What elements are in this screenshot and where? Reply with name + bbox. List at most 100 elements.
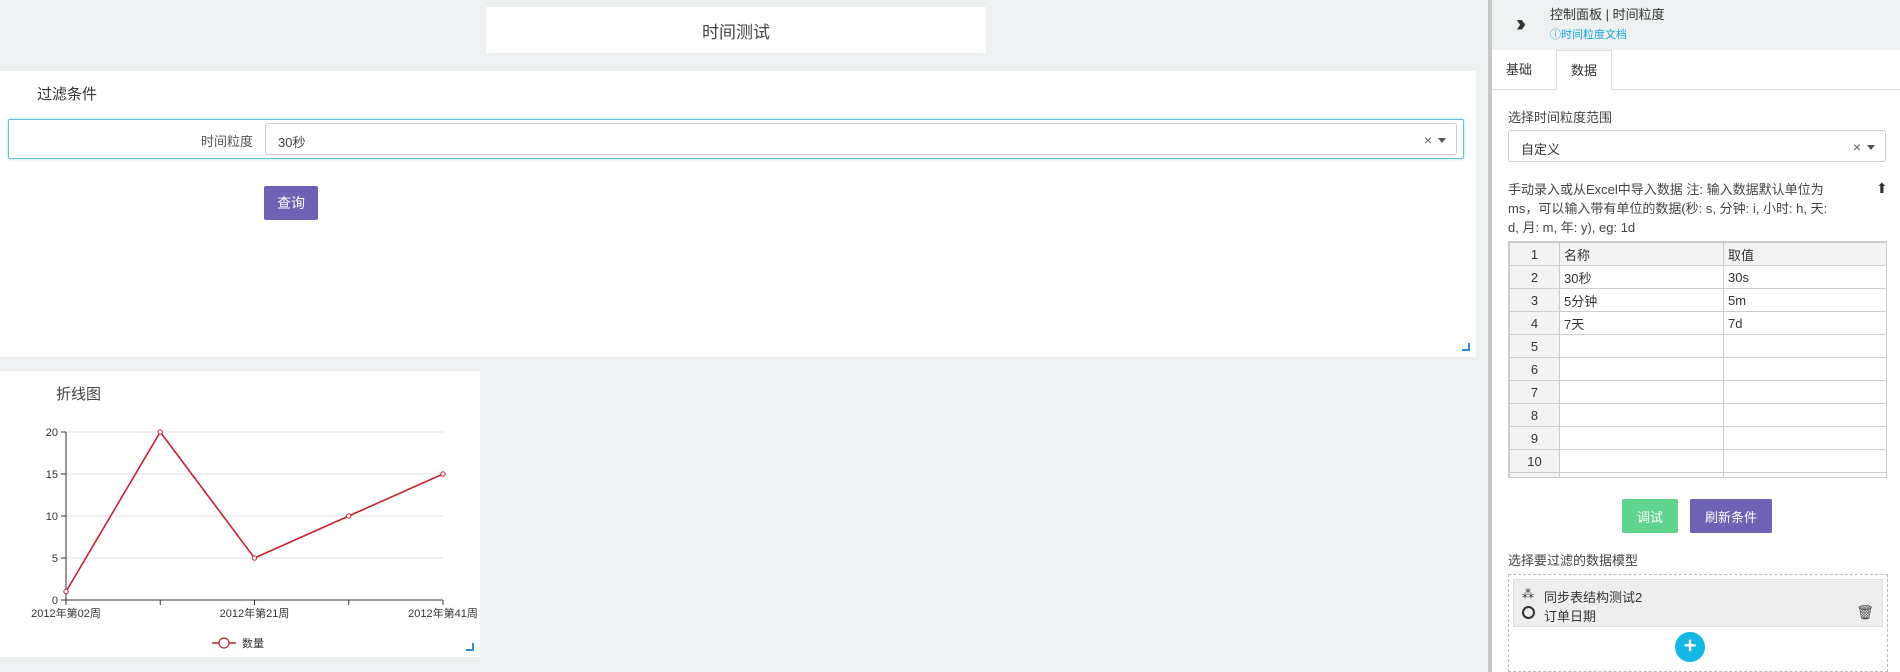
x-tick-label: 2012年第02周 [31,606,101,620]
filter-row: 时间粒度 30秒 × [8,119,1464,159]
table-row: 4 7天 7d [1509,311,1886,335]
sheet-name-cell[interactable] [1559,472,1724,477]
y-tick-label: 5 [52,553,58,565]
x-tick-label: 2012年第21周 [220,606,290,620]
double-chevron-right-icon[interactable]: ›› [1516,10,1526,38]
y-tick-label: 15 [46,469,58,481]
row-number: 7 [1509,380,1560,404]
refresh-conditions-button[interactable]: 刷新条件 [1690,499,1772,533]
sheet-header-row: 1 名称 取值 [1509,242,1886,266]
sheet-name-cell[interactable] [1559,334,1724,358]
clear-icon[interactable]: × [1424,132,1432,148]
sheet-name-cell[interactable] [1559,426,1724,450]
sheet-name-cell[interactable]: 7天 [1559,311,1724,335]
cubes-icon: ⁂ [1522,587,1534,601]
row-number: 10 [1509,449,1560,473]
side-panel-title: 控制面板 | 时间粒度 [1550,7,1665,22]
data-point [346,513,352,519]
model-label: 选择要过滤的数据模型 [1508,553,1639,568]
y-tick-label: 20 [46,427,58,439]
series-line [65,430,444,593]
sheet-value-cell[interactable] [1723,380,1886,404]
sheet-value-cell[interactable] [1723,426,1886,450]
sheet-value-cell[interactable]: 30s [1723,265,1886,289]
query-button[interactable]: 查询 [264,186,318,220]
doc-link[interactable]: ⓘ时间粒度文档 [1550,26,1627,42]
row-number: 9 [1509,426,1560,450]
sheet-name-cell[interactable] [1559,403,1724,427]
sheet-name-cell[interactable]: 30秒 [1559,265,1724,289]
chevron-down-icon[interactable] [1867,145,1875,150]
row-number: 8 [1509,403,1560,427]
sheet-value-cell[interactable]: 5m [1723,288,1886,312]
sheet-name-cell[interactable] [1559,449,1724,473]
debug-button[interactable]: 调试 [1622,499,1678,533]
table-row: 5 [1509,334,1886,358]
row-number: 6 [1509,357,1560,381]
resize-handle-icon[interactable] [1462,343,1470,351]
table-row: 7 [1509,380,1886,404]
granularity-sheet[interactable]: 1 名称 取值 230秒30s35分钟5m47天7d567891011 [1508,241,1887,478]
table-row: 9 [1509,426,1886,450]
filter-panel-title: 过滤条件 [37,86,98,103]
tab-bar: 基础 数据 [1492,50,1900,90]
clear-icon[interactable]: × [1853,139,1861,155]
time-granularity-value: 30秒 [278,135,306,150]
table-row: 8 [1509,403,1886,427]
sheet-value-cell[interactable]: 7d [1723,311,1886,335]
data-point [440,471,446,477]
add-model-button[interactable]: + [1675,632,1705,662]
sheet-header-cell[interactable]: 名称 [1559,242,1724,266]
chevron-down-icon[interactable] [1438,138,1446,143]
data-point [63,588,69,595]
page-title: 时间测试 [702,22,770,42]
tab-data[interactable]: 数据 [1556,50,1613,90]
sheet-value-cell[interactable] [1723,472,1886,477]
sheet-value-cell[interactable] [1723,403,1886,427]
table-row: 11 [1509,472,1886,477]
data-point [251,555,258,561]
time-granularity-select[interactable]: 30秒 × [265,123,1457,155]
row-number: 4 [1509,311,1560,335]
sheet-value-cell[interactable] [1723,334,1886,358]
trash-icon[interactable]: 🗑 [1856,604,1874,621]
sheet-name-cell[interactable] [1559,380,1724,404]
tab-basic[interactable]: 基础 [1492,50,1546,90]
sheet-value-cell[interactable] [1723,357,1886,381]
row-number: 1 [1509,242,1560,266]
chart-panel: 折线图 0 5 10 15 20 2012年第02周 2012年第21周 2012年第41周数… [0,371,480,657]
legend-label: 数量 [242,637,264,650]
row-number: 11 [1509,472,1560,477]
table-row: 3 5分钟 5m [1509,288,1886,312]
import-hint: 手动录入或从Excel中导入数据 注: 输入数据默认单位为ms，可以输入带有单位… [1508,182,1828,235]
time-granularity-label: 时间粒度 [200,134,253,149]
y-tick-label: 10 [46,511,58,523]
range-label: 选择时间粒度范围 [1508,110,1613,125]
line-chart: 0 5 10 15 20 2012年第02周 2012年第21周 2012年第41周数量 [31,427,478,650]
row-number: 5 [1509,334,1560,358]
table-row: 10 [1509,449,1886,473]
table-row: 6 [1509,357,1886,381]
filter-panel: 过滤条件 时间粒度 30秒 × 查询 [0,71,1476,357]
data-model-item[interactable]: ⁂ 同步表结构测试2 订单日期 🗑 [1513,579,1883,627]
sheet-value-cell[interactable] [1723,449,1886,473]
range-select[interactable]: 自定义 × [1508,130,1886,162]
sheet-name-cell[interactable] [1559,357,1724,381]
page-title-card: 时间测试 [486,7,986,53]
resize-handle-icon[interactable] [466,643,474,651]
y-tick-label: 0 [52,595,58,607]
row-number: 3 [1509,288,1560,312]
x-tick-label: 2012年第41周 [408,606,478,620]
sheet-header-cell[interactable]: 取值 [1723,242,1886,266]
data-model-name: 同步表结构测试2 [1544,590,1643,605]
legend-marker [218,637,230,649]
table-row: 2 30秒 30s [1509,265,1886,289]
data-model-field: 订单日期 [1544,609,1597,624]
upload-icon[interactable]: ⬆ [1876,180,1888,197]
control-side-panel: ›› 控制面板 | 时间粒度 ⓘ时间粒度文档 基础 数据 选择时间粒度范围 自定… [1488,0,1900,672]
circle-icon [1522,606,1535,619]
data-model-dropzone[interactable]: ⁂ 同步表结构测试2 订单日期 🗑 + [1508,574,1888,672]
sheet-name-cell[interactable]: 5分钟 [1559,288,1724,312]
row-number: 2 [1509,265,1560,289]
range-value: 自定义 [1521,142,1561,157]
